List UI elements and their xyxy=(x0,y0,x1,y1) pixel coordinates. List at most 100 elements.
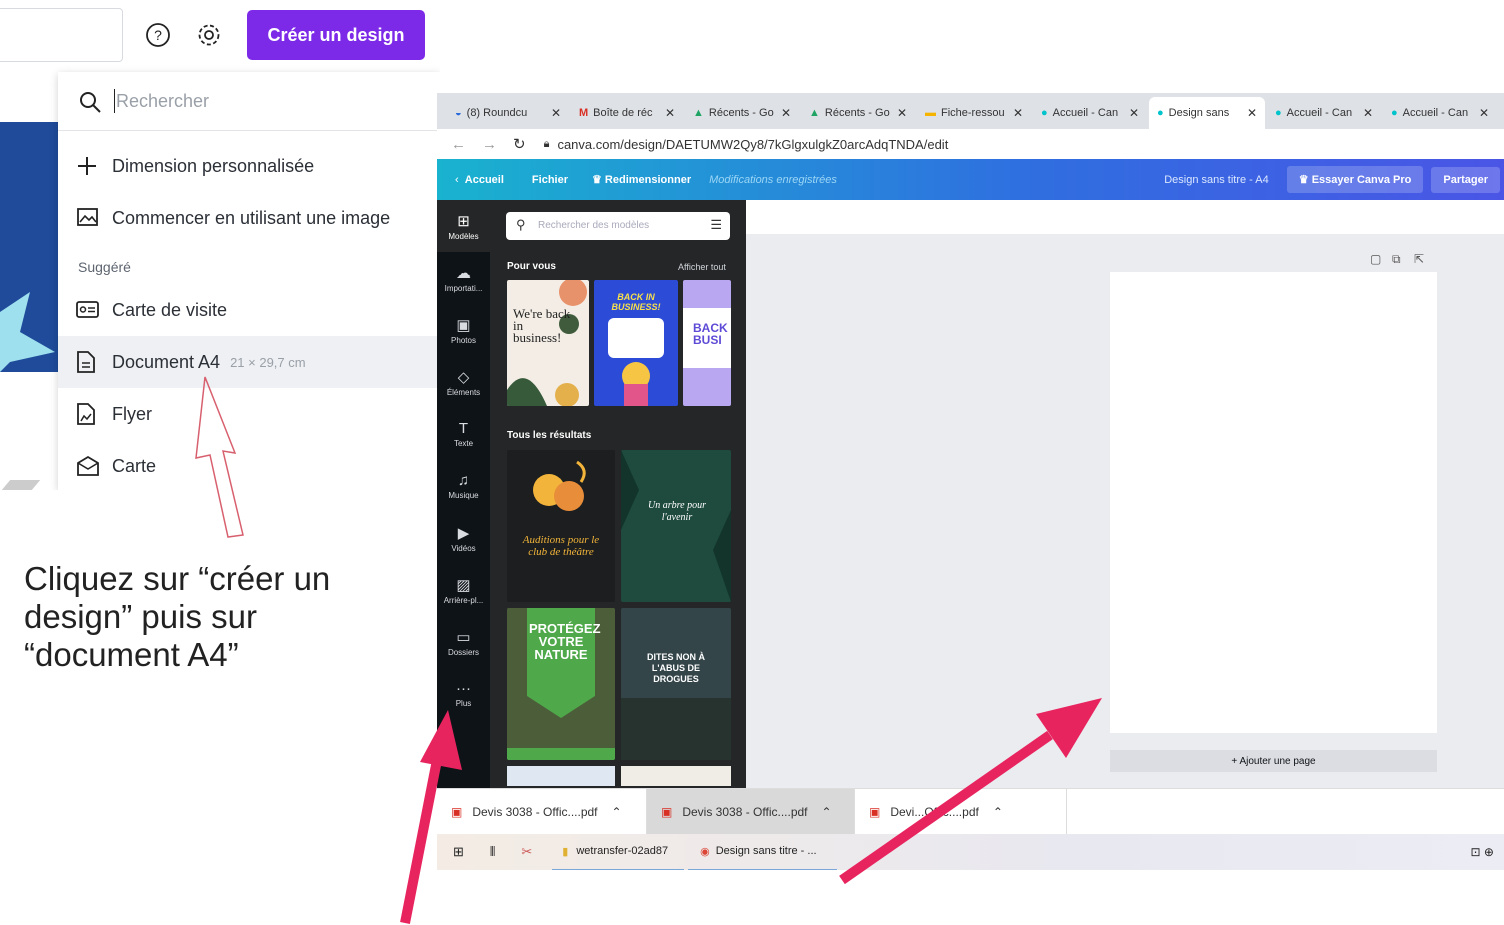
download-label: Devis 3038 - Offic....pdf xyxy=(682,805,808,819)
chevron-up-icon[interactable]: ⌃ xyxy=(612,805,622,819)
tab-drive-recent-1[interactable]: ▲ Récents - Go ✕ xyxy=(685,97,799,129)
close-icon[interactable]: ✕ xyxy=(1009,106,1023,120)
sidebar-item[interactable]: ▶ Vidéos xyxy=(437,512,490,564)
filter-icon[interactable]: ☰ xyxy=(710,217,722,233)
add-page-icon[interactable]: ⇱ xyxy=(1414,252,1424,266)
try-pro-button[interactable]: ♛ Essayer Canva Pro xyxy=(1286,166,1424,193)
template-card-back-in-business-2[interactable]: BACK IN BUSINESS! xyxy=(594,280,678,406)
drive-icon: ▲ xyxy=(809,107,820,119)
dropdown-search[interactable]: Rechercher xyxy=(58,72,440,131)
template-card-partial[interactable] xyxy=(621,766,731,786)
background-fragment xyxy=(1,480,41,490)
document-title[interactable]: Design sans titre - A4 xyxy=(1164,174,1269,186)
top-search-field[interactable] xyxy=(0,8,123,62)
taskbar-item-wetransfer[interactable]: ▮ wetransfer-02ad87 xyxy=(552,833,685,870)
tab-canva-home-2[interactable]: ● Accueil - Can ✕ xyxy=(1267,97,1381,129)
template-text: We're back in business! xyxy=(513,306,571,345)
tab-slides[interactable]: ▬ Fiche-ressou ✕ xyxy=(917,97,1031,129)
close-icon[interactable]: ✕ xyxy=(777,106,791,120)
tab-canva-home-3[interactable]: ● Accueil - Can ✕ xyxy=(1383,97,1497,129)
dropdown-item-business-card[interactable]: Carte de visite xyxy=(58,284,440,336)
close-icon[interactable]: ✕ xyxy=(1359,106,1373,120)
taskbar-label: Design sans titre - ... xyxy=(715,845,817,857)
sidebar-item[interactable]: ▨ Arrière-pl... xyxy=(437,564,490,616)
reload-icon[interactable]: ↻ xyxy=(513,135,526,153)
template-card-partial[interactable] xyxy=(507,766,615,786)
close-icon[interactable]: ✕ xyxy=(1475,106,1489,120)
close-icon[interactable]: ✕ xyxy=(1125,106,1139,120)
question-circle-icon[interactable]: ? xyxy=(144,21,172,49)
note-icon[interactable]: ▢ xyxy=(1370,252,1381,266)
sidebar-item[interactable]: ▣ Photos xyxy=(437,304,490,356)
tab-label: Récents - Go xyxy=(708,107,774,119)
dropdown-item-dimensions: 21 × 29,7 cm xyxy=(230,354,306,370)
outline-arrow-annotation xyxy=(195,376,244,538)
flyer-icon xyxy=(76,402,112,426)
close-icon[interactable]: ✕ xyxy=(661,106,675,120)
dropdown-item-label: Flyer xyxy=(112,403,152,424)
tab-canva-home-1[interactable]: ● Accueil - Can ✕ xyxy=(1033,97,1147,129)
gmail-icon: M xyxy=(579,107,589,119)
url-text[interactable]: canva.com/design/DAETUMW2Qy8/7kGlgxulgkZ… xyxy=(557,137,948,152)
template-card-theatre[interactable]: Auditions pour le club de théâtre xyxy=(507,450,615,602)
resize-menu[interactable]: ♛ Redimensionner xyxy=(592,173,691,186)
tab-design-active[interactable]: ● Design sans ✕ xyxy=(1149,97,1265,129)
canva-icon: ● xyxy=(1041,107,1048,119)
duplicate-icon[interactable]: ⧉ xyxy=(1392,252,1401,267)
canva-icon: ● xyxy=(1275,107,1282,119)
sidebar-label: Vidéos xyxy=(451,543,476,553)
sidebar-icon: ⊞ xyxy=(457,212,470,230)
sidebar-item[interactable]: ♫ Musique xyxy=(437,460,490,512)
sidebar-item[interactable]: T Texte xyxy=(437,408,490,460)
tab-gmail[interactable]: M Boîte de réc ✕ xyxy=(571,97,683,129)
share-button[interactable]: Partager xyxy=(1431,166,1500,193)
sidebar-item[interactable]: ☁ Importati... xyxy=(437,252,490,304)
file-menu[interactable]: Fichier xyxy=(532,174,568,186)
template-card-tree[interactable]: Un arbre pour l'avenir xyxy=(621,450,731,602)
section-for-you: Pour vous xyxy=(507,261,556,272)
close-icon[interactable]: ✕ xyxy=(547,106,561,120)
tab-label: Fiche-ressou xyxy=(941,107,1005,119)
text-cursor xyxy=(114,89,115,113)
instruction-text: Cliquez sur “créer un design” puis sur “… xyxy=(24,560,331,673)
canva-icon: ● xyxy=(1157,107,1164,119)
tab-label: Accueil - Can xyxy=(1286,107,1353,119)
see-all-link[interactable]: Afficher tout xyxy=(678,262,726,272)
close-icon[interactable]: ✕ xyxy=(1243,106,1257,120)
template-card-drugs[interactable]: DITES NON À L'ABUS DE DROGUES xyxy=(621,608,731,760)
sidebar-icon: ▣ xyxy=(456,316,471,334)
forward-arrow-icon[interactable]: → xyxy=(482,136,497,153)
tab-label: Récents - Go xyxy=(824,107,890,119)
sidebar-item[interactable]: ◇ Éléments xyxy=(437,356,490,408)
dropdown-item-start-with-image[interactable]: Commencer en utilisant une image xyxy=(58,192,440,244)
template-card-nature[interactable]: PROTÉGEZ VOTRE NATURE xyxy=(507,608,615,760)
sidebar-item[interactable]: ⊞ Modèles xyxy=(437,200,490,252)
chrome-icon: ◉ xyxy=(700,845,710,858)
tray-icons[interactable]: ⊡ ⊕ xyxy=(1471,845,1494,859)
sidebar-item[interactable]: ▭ Dossiers xyxy=(437,616,490,668)
gear-icon[interactable] xyxy=(195,21,223,49)
template-card-back-in-business-3[interactable]: BACK BUSI xyxy=(683,280,731,406)
sidebar-icon: ▨ xyxy=(456,576,471,594)
templates-search-input[interactable]: ⚲ Rechercher des modèles ☰ xyxy=(506,212,730,240)
close-icon[interactable]: ✕ xyxy=(893,106,907,120)
create-design-button[interactable]: Créer un design xyxy=(247,10,425,60)
sidebar-icon: ▭ xyxy=(456,628,471,646)
editor-subtoolbar xyxy=(746,200,1504,234)
add-page-button[interactable]: + Ajouter une page xyxy=(1110,750,1437,772)
dropdown-item-custom-size[interactable]: Dimension personnalisée xyxy=(58,140,440,192)
template-text: BACK BUSI xyxy=(693,321,728,347)
tab-roundcube[interactable]: ◒ (8) Roundcu ✕ xyxy=(447,97,569,129)
home-back-link[interactable]: ‹ Accueil xyxy=(455,174,504,186)
task-view-icon[interactable]: ⫴ xyxy=(490,844,495,860)
a4-page[interactable] xyxy=(1110,272,1437,733)
template-card-back-in-business-1[interactable]: We're back in business! xyxy=(507,280,589,406)
taskbar-label: wetransfer-02ad87 xyxy=(576,845,669,857)
tab-drive-recent-2[interactable]: ▲ Récents - Go ✕ xyxy=(801,97,915,129)
taskbar-item-chrome[interactable]: ◉ Design sans titre - ... xyxy=(688,833,837,870)
template-text: BACK IN BUSINESS! xyxy=(611,292,661,312)
section-suggested: Suggéré xyxy=(78,259,131,275)
dropdown-item-label: Commencer en utilisant une image xyxy=(112,207,391,228)
back-arrow-icon[interactable]: ← xyxy=(451,136,466,153)
snipping-tool-icon[interactable]: ✂ xyxy=(521,844,532,860)
